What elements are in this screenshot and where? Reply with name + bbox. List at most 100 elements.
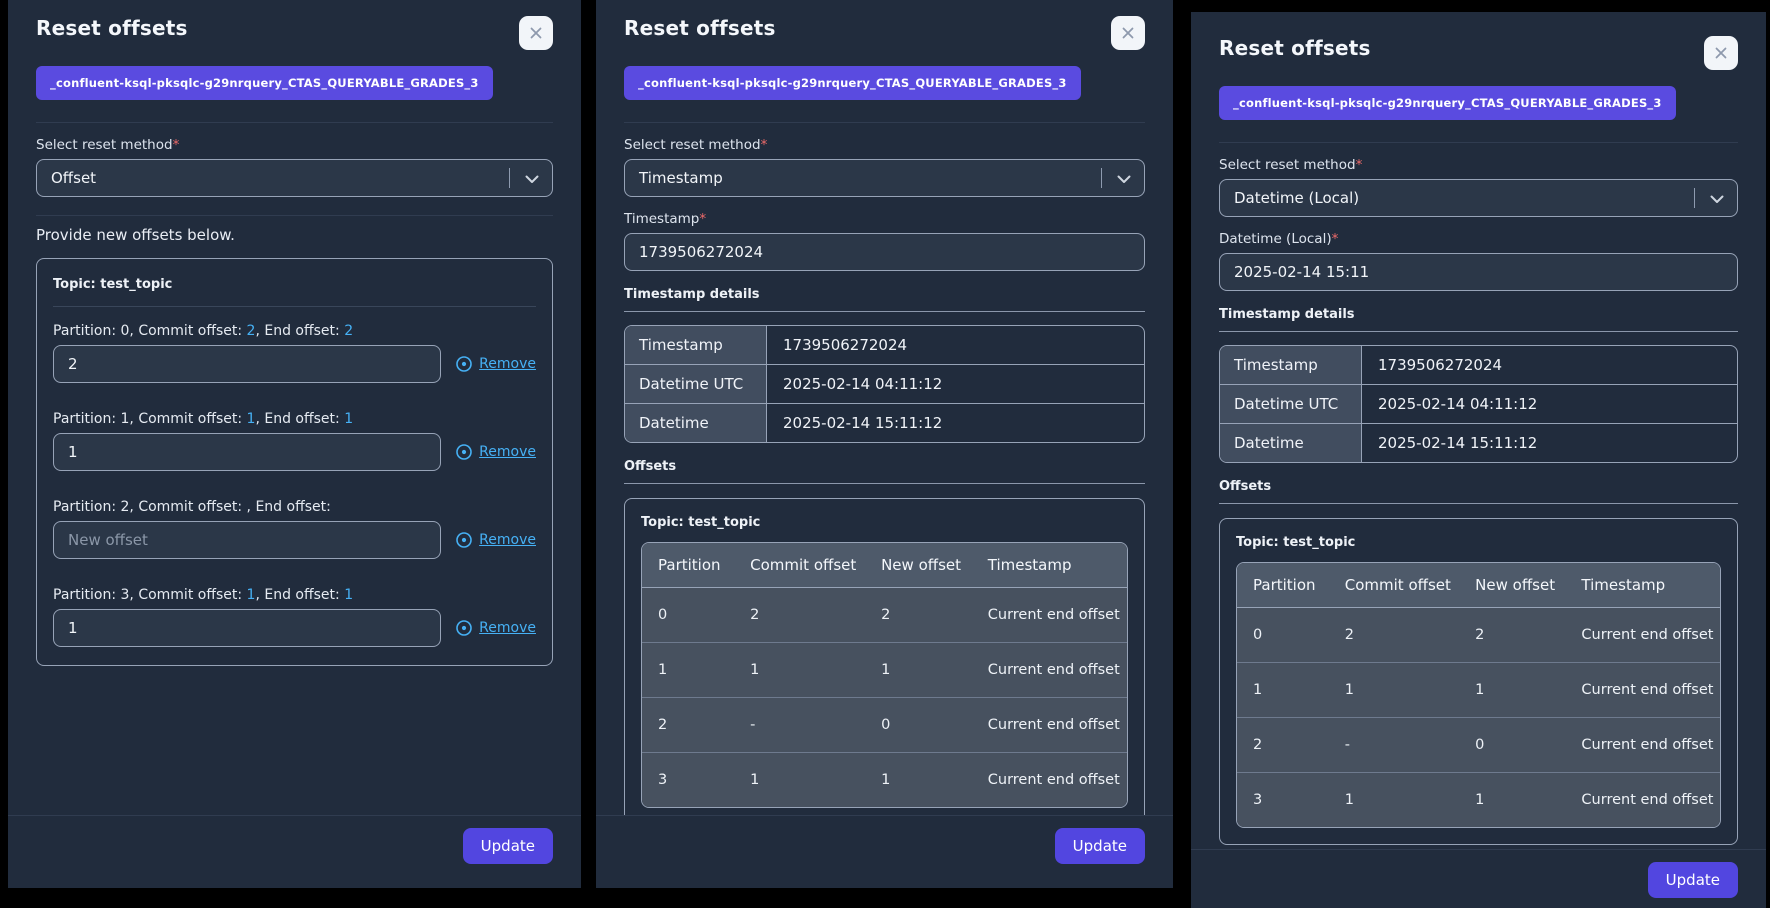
timestamp-details-table: Timestamp 1739506272024 Datetime UTC 202… (624, 325, 1145, 443)
offsets-box: Topic: test_topic Partition Commit offse… (1219, 518, 1738, 845)
update-button[interactable]: Update (463, 828, 553, 864)
table-row: 2 - 0 Current end offset (1237, 717, 1720, 772)
partition-label: Partition: 0, Commit offset: 2, End offs… (53, 323, 536, 339)
remove-link[interactable]: Remove (455, 355, 536, 373)
timestamp-input[interactable] (624, 233, 1145, 271)
table-row: 2 - 0 Current end offset (642, 697, 1127, 752)
partition-label: Partition: 2, Commit offset: , End offse… (53, 499, 536, 515)
divider (36, 122, 553, 123)
chevron-down-icon (1117, 175, 1131, 184)
page-title: Reset offsets (36, 16, 188, 40)
remove-icon (455, 443, 473, 461)
topic-label: Topic: test_topic (641, 515, 1128, 530)
offset-input[interactable] (53, 609, 441, 647)
consumer-group-badge: _confluent-ksql-pksqlc-g29nrquery_CTAS_Q… (1219, 86, 1676, 120)
table-row: Datetime UTC 2025-02-14 04:11:12 (625, 364, 1144, 403)
remove-icon (455, 531, 473, 549)
select-value: Datetime (Local) (1234, 189, 1359, 207)
offsets-table: Partition Commit offset New offset Times… (641, 542, 1128, 808)
partition-label: Partition: 3, Commit offset: 1, End offs… (53, 587, 536, 603)
consumer-group-badge: _confluent-ksql-pksqlc-g29nrquery_CTAS_Q… (36, 66, 493, 100)
table-header-row: Partition Commit offset New offset Times… (1237, 563, 1720, 608)
remove-icon (455, 619, 473, 637)
divider (624, 483, 1145, 484)
reset-method-label: Select reset method* (36, 137, 553, 153)
table-row: 0 2 2 Current end offset (1237, 608, 1720, 662)
table-row: 1 1 1 Current end offset (1237, 662, 1720, 717)
screenshot-canvas: Reset offsets _confluent-ksql-pksqlc-g29… (0, 0, 1770, 908)
update-button[interactable]: Update (1055, 828, 1145, 864)
timestamp-details-table: Timestamp 1739506272024 Datetime UTC 202… (1219, 345, 1738, 463)
offset-input[interactable] (53, 521, 441, 559)
reset-offsets-modal-timestamp: Reset offsets _confluent-ksql-pksqlc-g29… (596, 0, 1173, 888)
offsets-box: Topic: test_topic Partition Commit offse… (624, 498, 1145, 825)
required-asterisk: * (699, 211, 706, 227)
table-row: 0 2 2 Current end offset (642, 588, 1127, 642)
reset-method-label: Select reset method* (1219, 157, 1738, 173)
required-asterisk: * (1332, 231, 1339, 247)
reset-offsets-modal-datetime-local: Reset offsets _confluent-ksql-pksqlc-g29… (1191, 12, 1766, 908)
partition-row: Partition: 2, Commit offset: , End offse… (53, 499, 536, 559)
chevron-down-icon (1710, 195, 1724, 204)
remove-link[interactable]: Remove (455, 531, 536, 549)
modal-header: Reset offsets (1219, 36, 1738, 70)
timestamp-details-title: Timestamp details (1219, 307, 1738, 322)
reset-method-select[interactable]: Timestamp (624, 159, 1145, 197)
table-row: 1 1 1 Current end offset (642, 642, 1127, 697)
instruction-text: Provide new offsets below. (36, 226, 553, 244)
divider (1219, 503, 1738, 504)
modal-footer: Update (596, 815, 1173, 888)
offset-input[interactable] (53, 433, 441, 471)
close-button[interactable] (1704, 36, 1738, 70)
table-row: Datetime 2025-02-14 15:11:12 (1220, 423, 1737, 462)
remove-icon (455, 355, 473, 373)
select-value: Timestamp (639, 169, 723, 187)
modal-header: Reset offsets (624, 16, 1145, 50)
reset-method-select[interactable]: Offset (36, 159, 553, 197)
required-asterisk: * (1356, 157, 1363, 173)
divider (36, 215, 553, 216)
topic-label: Topic: test_topic (53, 277, 536, 292)
timestamp-details-title: Timestamp details (624, 287, 1145, 302)
required-asterisk: * (761, 137, 768, 153)
table-row: Timestamp 1739506272024 (625, 326, 1144, 364)
select-value: Offset (51, 169, 96, 187)
table-row: Datetime UTC 2025-02-14 04:11:12 (1220, 384, 1737, 423)
timestamp-field-label: Timestamp* (624, 211, 1145, 227)
reset-method-label: Select reset method* (624, 137, 1145, 153)
offsets-title: Offsets (624, 459, 1145, 474)
select-separator (1101, 168, 1102, 188)
offset-input[interactable] (53, 345, 441, 383)
remove-link[interactable]: Remove (455, 443, 536, 461)
table-row: Datetime 2025-02-14 15:11:12 (625, 403, 1144, 442)
close-button[interactable] (519, 16, 553, 50)
select-separator (1694, 188, 1695, 208)
reset-method-select[interactable]: Datetime (Local) (1219, 179, 1738, 217)
close-icon (1120, 25, 1136, 41)
remove-link[interactable]: Remove (455, 619, 536, 637)
table-row: 3 1 1 Current end offset (642, 752, 1127, 807)
divider (624, 122, 1145, 123)
close-icon (528, 25, 544, 41)
offsets-title: Offsets (1219, 479, 1738, 494)
close-button[interactable] (1111, 16, 1145, 50)
table-row: 3 1 1 Current end offset (1237, 772, 1720, 827)
table-header-row: Partition Commit offset New offset Times… (642, 543, 1127, 588)
datetime-input[interactable] (1219, 253, 1738, 291)
reset-offsets-modal-offset: Reset offsets _confluent-ksql-pksqlc-g29… (8, 0, 581, 888)
topic-offsets-box: Topic: test_topic Partition: 0, Commit o… (36, 258, 553, 666)
modal-footer: Update (8, 815, 581, 888)
partition-row: Partition: 0, Commit offset: 2, End offs… (53, 323, 536, 383)
page-title: Reset offsets (1219, 36, 1371, 60)
offsets-table: Partition Commit offset New offset Times… (1236, 562, 1721, 828)
modal-footer: Update (1191, 849, 1766, 908)
divider (624, 311, 1145, 312)
divider (1219, 331, 1738, 332)
topic-label: Topic: test_topic (1236, 535, 1721, 550)
partition-row: Partition: 3, Commit offset: 1, End offs… (53, 587, 536, 647)
update-button[interactable]: Update (1648, 862, 1738, 898)
modal-header: Reset offsets (36, 16, 553, 50)
consumer-group-badge: _confluent-ksql-pksqlc-g29nrquery_CTAS_Q… (624, 66, 1081, 100)
partition-row: Partition: 1, Commit offset: 1, End offs… (53, 411, 536, 471)
table-row: Timestamp 1739506272024 (1220, 346, 1737, 384)
